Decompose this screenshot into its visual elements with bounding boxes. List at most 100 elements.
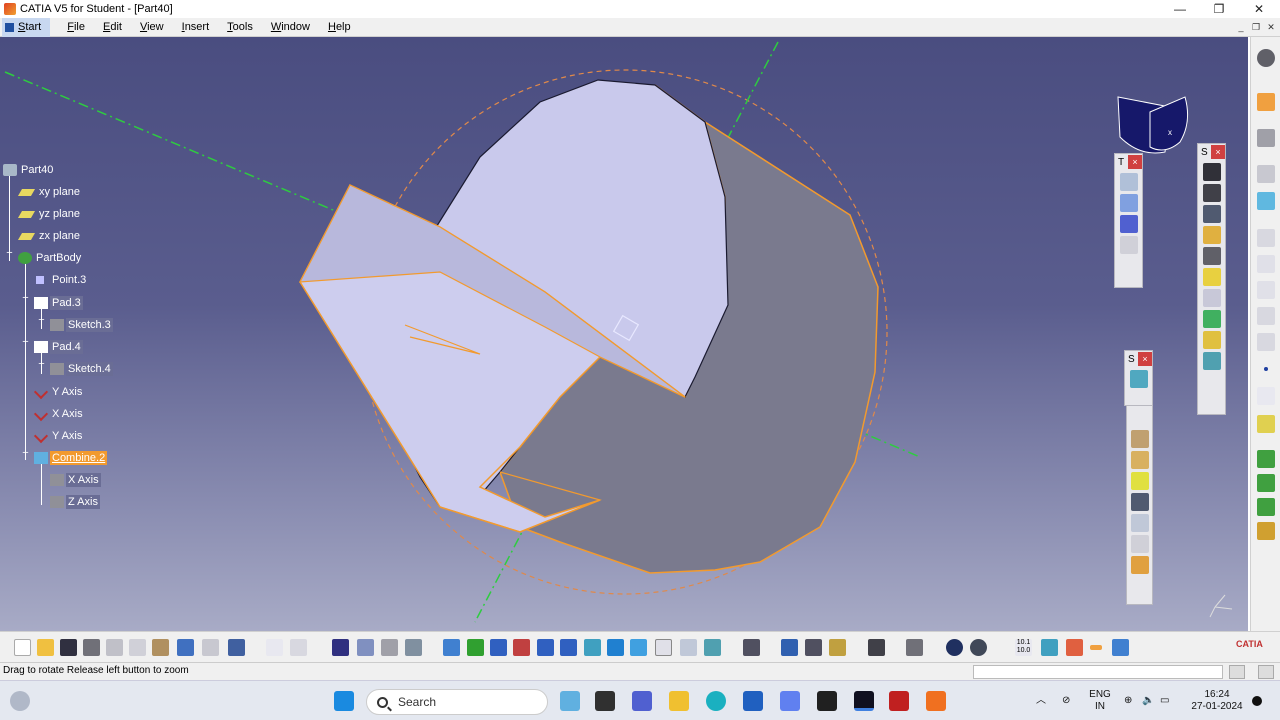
abc-constraint-icon[interactable] [1257, 229, 1275, 247]
language-indicator[interactable]: ENG IN [1086, 689, 1114, 713]
grid-icon[interactable] [906, 639, 923, 656]
notification-icon[interactable] [1252, 696, 1262, 706]
tree-item-y-axis-1[interactable]: Y Axis [33, 383, 84, 401]
zoom-out-icon[interactable] [560, 639, 577, 656]
expand-sketch4-icon[interactable]: + [37, 359, 46, 370]
whats-this-icon[interactable] [228, 639, 245, 656]
groove-tool-icon[interactable] [1202, 247, 1221, 265]
fit-all-icon[interactable] [467, 639, 484, 656]
draft-icon[interactable] [1130, 472, 1149, 490]
pattern-icon[interactable] [1119, 215, 1138, 233]
iso-view-icon[interactable] [630, 639, 647, 656]
tree-item-z-axis[interactable]: Z Axis [50, 493, 100, 511]
minimize-button[interactable]: — [1160, 0, 1200, 18]
analysis-icon-4[interactable] [1257, 522, 1275, 540]
globe-icon[interactable]: ⊕ [1124, 695, 1132, 707]
battery-icon[interactable]: ▭ [1160, 695, 1169, 707]
tree-item-pad4[interactable]: Pad.4 [34, 338, 83, 356]
analysis-icon-1[interactable] [1257, 450, 1275, 468]
select-arrow-icon[interactable] [1257, 93, 1275, 111]
scaling-icon[interactable] [1119, 236, 1138, 254]
print-icon[interactable] [83, 639, 100, 656]
expand-combine-icon[interactable]: − [21, 448, 30, 459]
tree-item-xy-plane[interactable]: xy plane [17, 183, 82, 201]
volume-icon[interactable]: 🔈 [1142, 695, 1154, 707]
toolbar-close-button[interactable]: × [1138, 352, 1152, 366]
menu-insert[interactable]: Insert [173, 18, 219, 37]
catia-taskbar-icon[interactable] [854, 691, 874, 711]
menu-tools[interactable]: Tools [218, 18, 262, 37]
floating-toolbar-s1[interactable]: S × [1197, 143, 1226, 415]
new-icon[interactable] [14, 639, 31, 656]
shell-icon[interactable] [1130, 493, 1149, 511]
store-icon[interactable] [743, 691, 763, 711]
terminal-icon[interactable] [817, 691, 837, 711]
menu-file[interactable]: File [58, 18, 94, 37]
vlc-icon[interactable] [926, 691, 946, 711]
tree-item-x-axis-1[interactable]: X Axis [33, 405, 85, 423]
tree-item-x-axis-2[interactable]: X Axis [50, 471, 101, 489]
cut-icon[interactable] [106, 639, 123, 656]
tree-item-zx-plane[interactable]: zx plane [17, 227, 82, 245]
copilot-icon[interactable] [560, 691, 580, 711]
tray-chevron-icon[interactable]: ︿ [1036, 695, 1046, 707]
menu-view[interactable]: View [131, 18, 173, 37]
status-button-2[interactable] [1258, 665, 1274, 679]
expand-pad4-icon[interactable]: − [21, 337, 30, 348]
floating-toolbar-dressup[interactable] [1126, 405, 1153, 605]
power-input-field[interactable] [973, 665, 1223, 679]
chamfer-icon[interactable] [1130, 451, 1149, 469]
multi-view-icon[interactable] [607, 639, 624, 656]
annotation-icon[interactable] [1257, 255, 1275, 273]
slot-tool-icon[interactable] [1202, 289, 1221, 307]
tree-item-pad3[interactable]: Pad.3 [34, 294, 83, 312]
floating-toolbar-t[interactable]: T × [1114, 153, 1143, 288]
tree-item-point3[interactable]: Point.3 [36, 271, 88, 289]
compass-tool-icon[interactable] [1041, 639, 1058, 656]
multi-section-icon[interactable] [1202, 310, 1221, 328]
menu-help[interactable]: Help [319, 18, 360, 37]
surface-icon[interactable] [1129, 370, 1148, 388]
table-icon[interactable] [332, 639, 349, 656]
save-icon[interactable] [60, 639, 77, 656]
thread-icon[interactable] [1130, 535, 1149, 553]
tree-item-y-axis-2[interactable]: Y Axis [33, 427, 84, 445]
point-tool-icon[interactable] [1264, 367, 1268, 371]
gear-icon[interactable] [1257, 49, 1275, 67]
pocket-tool-icon[interactable] [1202, 184, 1221, 202]
catalog-icon[interactable] [357, 639, 374, 656]
clock[interactable]: 16:24 27-01-2024 [1186, 689, 1248, 713]
paste-icon[interactable] [152, 639, 169, 656]
capture-icon[interactable] [868, 639, 885, 656]
edge-icon[interactable] [706, 691, 726, 711]
pan-icon[interactable] [490, 639, 507, 656]
tree-item-yz-plane[interactable]: yz plane [17, 205, 82, 223]
update-icon[interactable] [743, 639, 760, 656]
menu-window[interactable]: Window [262, 18, 319, 37]
hide-show-icon[interactable] [405, 639, 422, 656]
measure-inertia-icon[interactable] [829, 639, 846, 656]
hide-icon[interactable] [680, 639, 697, 656]
windows-start-icon[interactable] [334, 691, 354, 711]
measure-item-icon[interactable] [805, 639, 822, 656]
transform-icon[interactable] [1119, 173, 1138, 191]
open-icon[interactable] [37, 639, 54, 656]
task-view-icon[interactable] [595, 691, 615, 711]
copy-icon[interactable] [129, 639, 146, 656]
spline-icon[interactable] [1257, 333, 1275, 351]
tree-item-sketch4[interactable]: Sketch.4 [50, 360, 113, 378]
curve-icon[interactable] [1257, 307, 1275, 325]
knowledge-icon[interactable] [290, 639, 307, 656]
axis-system-icon[interactable] [1066, 639, 1083, 656]
plane-tool-icon[interactable] [1257, 165, 1275, 183]
swap-visible-icon[interactable] [704, 639, 721, 656]
menu-start[interactable]: Start [2, 17, 51, 37]
status-button-1[interactable] [1229, 665, 1245, 679]
loft-icon[interactable] [1202, 331, 1221, 349]
compass-widget[interactable]: x [1117, 96, 1189, 154]
analysis-icon-3[interactable] [1257, 498, 1275, 516]
line-tool-icon[interactable] [1257, 387, 1275, 405]
shaft-tool-icon[interactable] [1202, 205, 1221, 223]
expand-pad3-icon[interactable]: − [21, 293, 30, 304]
solidworks-icon[interactable] [889, 691, 909, 711]
